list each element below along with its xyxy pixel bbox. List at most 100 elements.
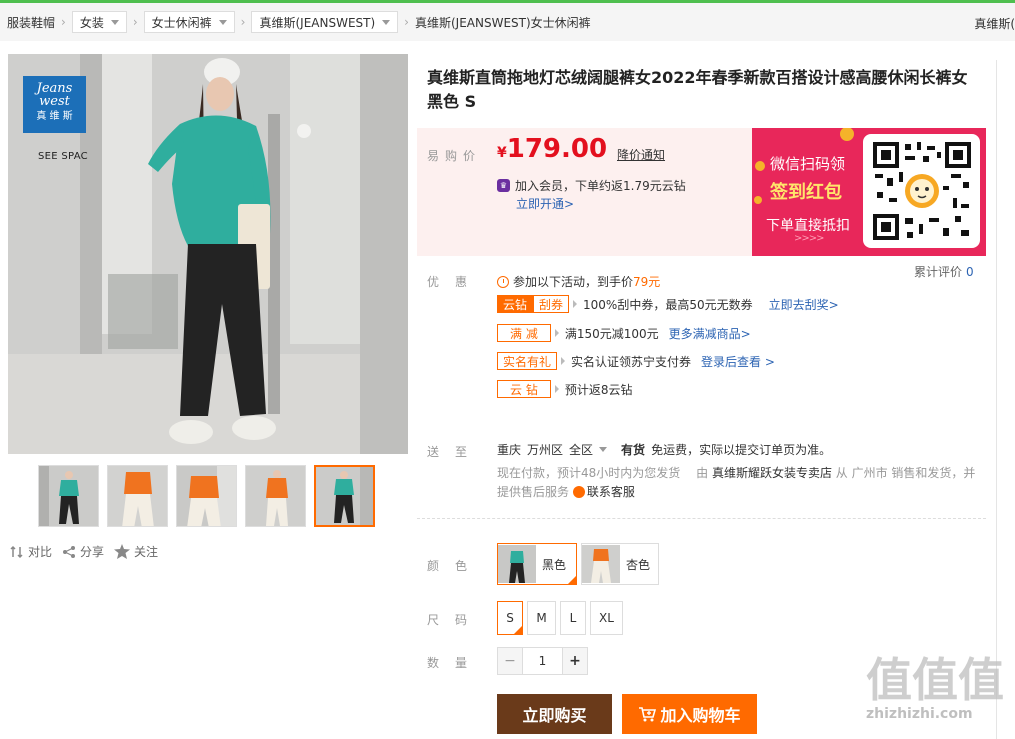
product-title: 真维斯直筒拖地灯芯绒阔腿裤女2022年春季新款百搭设计感高腰休闲长裤女黑色 S [427, 68, 968, 111]
thumbnail-image [177, 466, 236, 526]
add-to-cart-button[interactable]: 加入购物车 [622, 694, 757, 734]
size-option-m[interactable]: M [527, 601, 556, 635]
discount-text: 预计返8云钻 [564, 382, 633, 397]
discount-row-fullcut: 满 减 满150元减100元 更多满减商品> [497, 324, 751, 342]
store-link[interactable]: 真维斯耀跃女装专卖店 [712, 466, 832, 480]
price-label: 易购价 [427, 149, 482, 163]
share-label: 分享 [80, 545, 105, 559]
stock-status: 有货 [621, 443, 646, 457]
thumbnail[interactable] [38, 465, 99, 527]
scratch-link[interactable]: 立即去刮奖> [769, 296, 839, 313]
thumbnail-image [39, 466, 98, 526]
currency-symbol: ¥ [497, 145, 507, 161]
price-drop-notify-link[interactable]: 降价通知 [617, 146, 665, 163]
discount-row-realname: 实名有礼 实名认证领苏宁支付券 登录后查看 > [497, 352, 775, 370]
follow-button[interactable]: 关注 [114, 543, 158, 560]
size-option-s[interactable]: S [497, 601, 523, 635]
share-icon [63, 545, 76, 558]
thumbnail-image [246, 466, 305, 526]
breadcrumb-label: 真维斯(JEANSWEST) [259, 15, 376, 30]
shipping-label: 送至 [427, 445, 484, 459]
chevron-down-icon [382, 19, 391, 25]
thumbnail-image [108, 466, 167, 526]
compare-button[interactable]: 对比 [10, 543, 52, 560]
add-to-cart-label: 加入购物车 [660, 706, 741, 725]
shipping-row: 重庆 万州区 全区 有货 免运费，实际以提交订单页为准。 [497, 441, 831, 458]
shipping-area: 全区 [569, 443, 594, 457]
size-option-label: L [569, 611, 577, 625]
discount-text: 100%刮中券，最高50元无数券 [583, 297, 753, 312]
activity-text: 参加以下活动，到手价 [513, 275, 634, 289]
breadcrumb-label: 女装 [79, 15, 104, 30]
thumbnail-active[interactable] [314, 465, 375, 527]
breadcrumb-dropdown-women[interactable]: 女装 [71, 11, 127, 33]
scratch-tags: 云钻 刮券 [497, 295, 570, 313]
breadcrumb-home[interactable]: 服装鞋帽 [7, 14, 55, 31]
compare-icon [10, 545, 23, 558]
quantity-increase-button[interactable]: + [562, 647, 588, 675]
contact-service-button[interactable]: 联系客服 [572, 485, 635, 499]
breadcrumb-dropdown-brand[interactable]: 真维斯(JEANSWEST) [251, 11, 399, 33]
size-label: 尺码 [427, 613, 484, 627]
login-view-link[interactable]: 登录后查看 > [701, 353, 775, 370]
chevron-right-icon [554, 385, 559, 393]
fullcut-more-link[interactable]: 更多满减商品> [669, 325, 751, 342]
shipping-location-select[interactable]: 重庆 万州区 全区 [497, 441, 608, 458]
qr-code[interactable] [863, 134, 980, 248]
thumbnail[interactable] [245, 465, 306, 527]
thumbnail-strip [38, 465, 375, 527]
watermark-logo: 值值值 [866, 653, 1004, 707]
open-membership-link[interactable]: 立即开通> [516, 195, 574, 212]
chevron-down-icon [599, 447, 608, 452]
qr-code-icon [872, 142, 971, 240]
color-option-apricot[interactable]: 杏色 [581, 543, 659, 585]
quantity-decrease-button[interactable]: − [497, 647, 523, 675]
reviews-label: 累计评价 [914, 265, 963, 279]
discount-row-scratch: 云钻 刮券 100%刮中券，最高50元无数券 立即去刮奖> [497, 295, 839, 313]
member-text: 加入会员，下单约返1.79元云钻 [515, 179, 686, 193]
chevron-down-icon [218, 19, 227, 25]
breadcrumb-label: 女士休闲裤 [151, 15, 212, 30]
breadcrumb-dropdown-pants[interactable]: 女士休闲裤 [143, 11, 235, 33]
chevron-right-icon [554, 329, 559, 337]
divider [417, 518, 986, 519]
divider [996, 60, 997, 739]
chevron-right-icon: › [132, 15, 138, 29]
thumbnail[interactable] [176, 465, 237, 527]
shipping-note: 现在付款，预计48小时内为您发货 由 真维斯耀跃女装专卖店 从 广州市 销售和发… [497, 464, 987, 502]
service-icon [572, 486, 585, 498]
share-button[interactable]: 分享 [62, 543, 104, 560]
product-actions: 对比 分享 关注 [10, 543, 158, 560]
breadcrumb: 服装鞋帽 › 女装 › 女士休闲裤 › 真维斯(JEANSWEST) › 真维斯… [0, 3, 1015, 41]
chevron-down-icon [110, 19, 119, 25]
wechat-promo-banner[interactable]: 微信扫码领 签到红包 下单直接抵扣 >>>> [752, 128, 986, 256]
buy-now-button[interactable]: 立即购买 [497, 694, 612, 734]
star-icon [114, 544, 131, 559]
reviews-summary[interactable]: 累计评价 0 [914, 263, 974, 280]
price-panel: 易购价 ¥179.00 降价通知 ♛ 加入会员，下单约返1.79元云钻 立即开通… [417, 128, 986, 256]
thumbnail[interactable] [107, 465, 168, 527]
color-option-black[interactable]: 黑色 [497, 543, 577, 585]
shipping-by: 由 [696, 466, 709, 480]
main-product-image[interactable]: Jeans west 真 维 斯 SEE SPAC [8, 54, 408, 454]
swatch-photo [498, 545, 536, 583]
brand-logo: Jeans west 真 维 斯 [23, 76, 86, 133]
color-label: 颜色 [427, 559, 484, 573]
size-option-l[interactable]: L [560, 601, 586, 635]
chevron-right-icon: › [240, 15, 246, 29]
member-row: ♛ 加入会员，下单约返1.79元云钻 [497, 177, 686, 194]
quantity-label: 数量 [427, 656, 484, 670]
shipping-eta: 现在付款，预计48小时内为您发货 [497, 466, 681, 480]
discount-text: 满150元减100元 [564, 326, 659, 341]
promo-line1: 微信扫码领 [770, 155, 846, 173]
quantity-input[interactable]: 1 [523, 647, 562, 675]
discount-text: 实名认证领苏宁支付券 [571, 354, 692, 369]
member-crown-icon: ♛ [497, 179, 510, 192]
photo-sign-text: SEE SPAC [38, 151, 88, 162]
clock-icon [497, 275, 509, 288]
store-name-truncated[interactable]: 真维斯( [974, 15, 1015, 32]
shipping-free-text: 免运费，实际以提交订单页为准。 [651, 443, 832, 457]
breadcrumb-current: 真维斯(JEANSWEST)女士休闲裤 [414, 15, 591, 30]
size-option-xl[interactable]: XL [590, 601, 623, 635]
scratch-coupon-tag: 刮券 [533, 295, 570, 313]
